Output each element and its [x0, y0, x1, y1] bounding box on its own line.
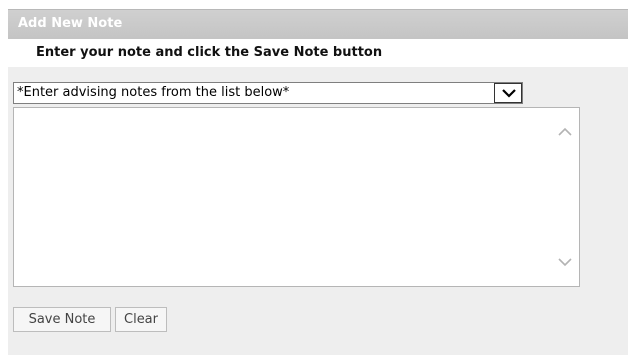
panel-header: Add New Note: [8, 9, 628, 39]
panel-title: Add New Note: [18, 16, 123, 31]
advising-notes-select[interactable]: *Enter advising notes from the list belo…: [13, 82, 523, 104]
save-note-button[interactable]: Save Note: [13, 307, 111, 332]
advising-notes-select-value: *Enter advising notes from the list belo…: [17, 85, 290, 100]
note-textarea[interactable]: [13, 107, 580, 287]
instruction-bar: Enter your note and click the Save Note …: [8, 39, 628, 67]
select-dropdown-button[interactable]: [494, 83, 522, 103]
instruction-text: Enter your note and click the Save Note …: [36, 45, 383, 60]
clear-button[interactable]: Clear: [115, 307, 167, 332]
chevron-down-icon: [502, 89, 516, 98]
